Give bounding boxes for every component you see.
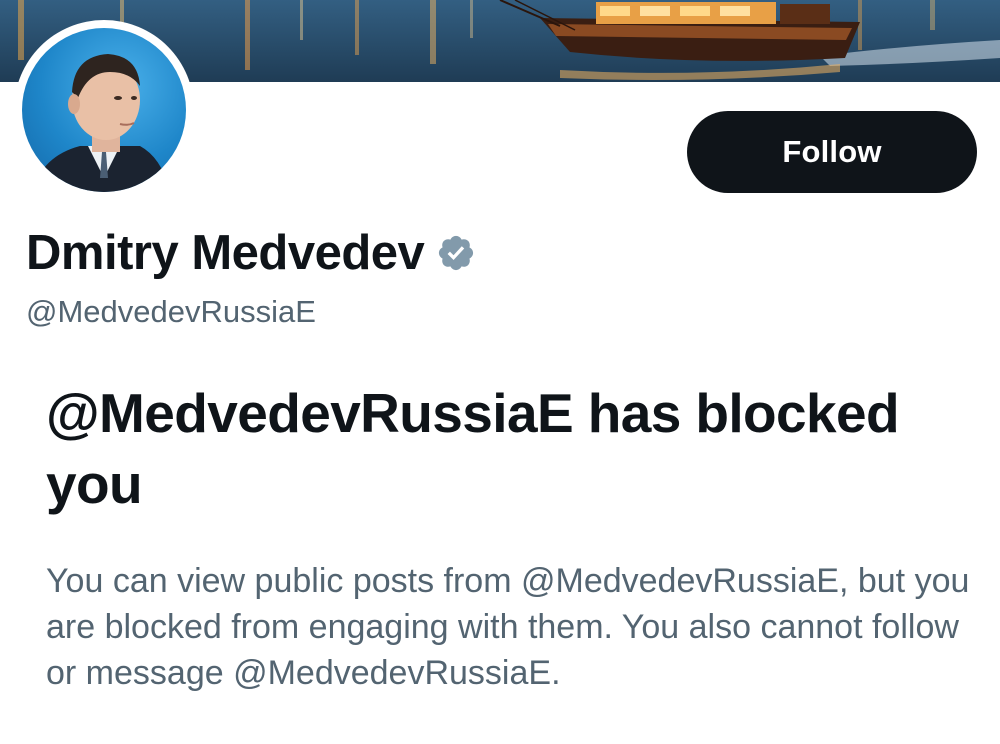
profile-name-row: Dmitry Medvedev — [26, 222, 476, 284]
blocked-title: @MedvedevRussiaE has blocked you — [46, 382, 900, 515]
profile-page: Follow Dmitry Medvedev @MedvedevRussiaE … — [0, 0, 1000, 744]
blocked-description: You can view public posts from @Medvedev… — [46, 562, 970, 692]
profile-handle: @MedvedevRussiaE — [26, 294, 316, 329]
follow-button[interactable]: Follow — [687, 111, 977, 193]
display-name: Dmitry Medvedev — [26, 226, 425, 280]
profile-avatar[interactable] — [22, 28, 186, 192]
verified-badge-icon[interactable] — [436, 233, 476, 273]
